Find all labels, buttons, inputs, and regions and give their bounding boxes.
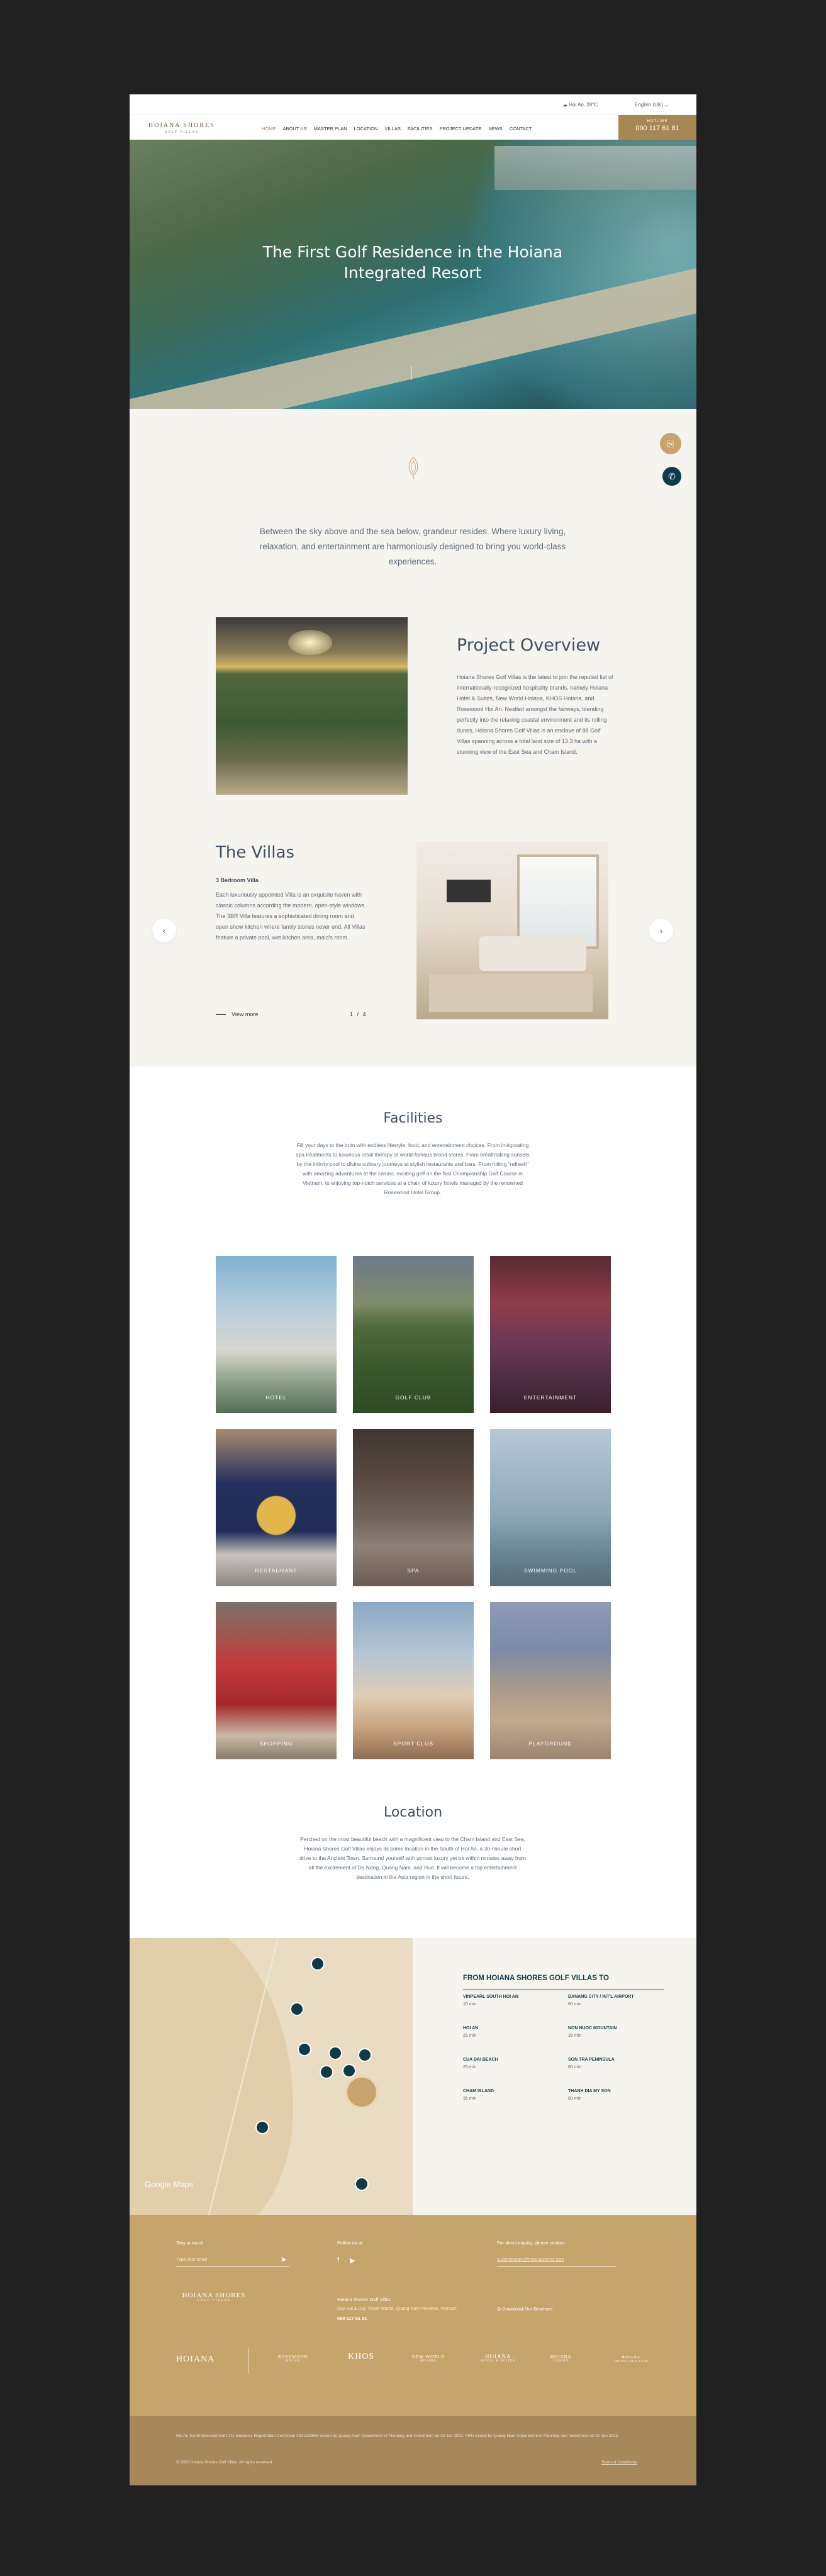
facebook-icon[interactable]: f bbox=[337, 2256, 339, 2264]
villa-interior-image bbox=[416, 842, 608, 1019]
company-phone: 090 117 61 81 bbox=[337, 2316, 367, 2321]
distance-item: DANANG CITY / INT'L AIRPORT 60 min bbox=[568, 1995, 634, 2007]
facility-tile-shopping[interactable]: SHOPPING bbox=[216, 1602, 337, 1759]
terms-link[interactable]: Terms & Conditions bbox=[601, 2459, 637, 2467]
distance-item: THANH DIA MY SON 80 min bbox=[568, 2089, 611, 2101]
villa-type: 3 Bedroom Villa bbox=[216, 877, 259, 883]
language-selector[interactable]: English (UK) ⌄ bbox=[635, 102, 669, 108]
map-pin[interactable] bbox=[298, 2042, 311, 2056]
nav-master-plan[interactable]: MASTER PLAN bbox=[314, 126, 347, 132]
nav-about-us[interactable]: ABOUT US bbox=[283, 126, 307, 132]
brand-hoiana-casino: HOIANA CASINO bbox=[550, 2355, 572, 2363]
view-more-link[interactable]: View more bbox=[216, 1011, 258, 1017]
download-icon: ⎙ bbox=[497, 2306, 501, 2312]
youtube-icon[interactable]: ▶ bbox=[350, 2256, 355, 2265]
brand-hoiana-hotel: HOIANA HOTEL & SUITES bbox=[481, 2353, 515, 2363]
hero-banner: The First Golf Residence in the Hoiana I… bbox=[130, 140, 696, 409]
slider-pager: 1 / 4 bbox=[350, 1011, 367, 1017]
villas-title: The Villas bbox=[216, 843, 294, 862]
top-bar: ☁ Hoi An, 28°C English (UK) ⌄ bbox=[130, 94, 696, 115]
facility-tile-spa[interactable]: SPA bbox=[353, 1429, 474, 1586]
location-map[interactable]: Google Maps bbox=[130, 1938, 413, 2215]
nav-project-update[interactable]: PROJECT UPDATE bbox=[439, 126, 481, 132]
map-pin[interactable] bbox=[255, 2120, 269, 2134]
nav-facilities[interactable]: FACILITIES bbox=[408, 126, 433, 132]
weather-info: ☁ Hoi An, 28°C bbox=[562, 102, 598, 108]
distance-item: HOI AN 25 min bbox=[463, 2026, 479, 2038]
slider-next-icon[interactable]: › bbox=[649, 919, 673, 943]
hotline-button[interactable]: HOTLINE 090 117 61 81 bbox=[618, 115, 696, 140]
map-credit: Google Maps bbox=[145, 2180, 194, 2189]
page: ☁ Hoi An, 28°C English (UK) ⌄ HOIANA SHO… bbox=[130, 94, 696, 2485]
intro-text: Between the sky above and the sea below,… bbox=[259, 527, 566, 566]
overview-text: Hoiana Shores Golf Villas is the latest … bbox=[457, 674, 613, 755]
main-nav: HOIANA SHORES GOLF VILLAS HOME ABOUT US … bbox=[130, 115, 696, 140]
facilities-text: Fill your days to the brim with endless … bbox=[296, 1142, 530, 1196]
map-pin[interactable] bbox=[311, 1957, 325, 1971]
menu: HOME ABOUT US MASTER PLAN LOCATION VILLA… bbox=[262, 126, 532, 132]
distance-list: FROM HOIANA SHORES GOLF VILLAS TO VINPEA… bbox=[463, 1974, 677, 2101]
send-icon[interactable]: ➤ bbox=[281, 2255, 287, 2264]
brand-golf-club: HOIANA SHORES GOLF CLUB bbox=[614, 2356, 649, 2363]
map-pin[interactable] bbox=[320, 2065, 333, 2079]
brochure-link[interactable]: ⎙ Download Our Brochure bbox=[497, 2306, 553, 2312]
facility-tile-entertainment[interactable]: ENTERTAINMENT bbox=[490, 1256, 611, 1413]
map-pin[interactable] bbox=[328, 2046, 342, 2060]
distance-item: CUA DAI BEACH 25 min bbox=[463, 2058, 498, 2069]
stay-in-touch-label: Stay in touch bbox=[176, 2240, 204, 2246]
brochure-fab-icon[interactable]: ⎘ bbox=[660, 433, 681, 454]
facility-tile-sport-club[interactable]: SPORT CLUB bbox=[353, 1602, 474, 1759]
map-pin[interactable] bbox=[355, 2177, 369, 2191]
golf-course-image bbox=[216, 617, 408, 795]
lotus-icon bbox=[408, 457, 418, 479]
company-address: Duy Hai & Duy Thanh Wards, Quang Nam Pro… bbox=[337, 2307, 457, 2311]
villa-description: Each luxuriously appointed Villa is an e… bbox=[216, 892, 366, 941]
nav-news[interactable]: NEWS bbox=[488, 126, 503, 132]
scroll-down-indicator[interactable] bbox=[411, 366, 415, 380]
nav-home[interactable]: HOME bbox=[262, 126, 276, 132]
brand-hoiana: HOIANA bbox=[176, 2355, 215, 2364]
nav-villas[interactable]: VILLAS bbox=[384, 126, 400, 132]
distance-item: NON NUOC MOUNTAIN 38 min bbox=[568, 2026, 617, 2038]
distance-item: CHAM ISLAND 36 min bbox=[463, 2089, 494, 2101]
hero-skyline bbox=[494, 146, 696, 190]
follow-label: Follow us at bbox=[337, 2240, 363, 2246]
nav-location[interactable]: LOCATION bbox=[354, 126, 378, 132]
nav-contact[interactable]: CONTACT bbox=[510, 126, 532, 132]
location-text: Perched on the most beautiful beach with… bbox=[299, 1836, 526, 1880]
facility-tile-swimming-pool[interactable]: SWIMMING POOL bbox=[490, 1429, 611, 1586]
location-title: Location bbox=[383, 1805, 443, 1820]
facility-tile-hotel[interactable]: HOTEL bbox=[216, 1256, 337, 1413]
facilities-title: Facilities bbox=[383, 1111, 443, 1126]
copyright: © 2022 Hoiana Shores Golf Villas. All ri… bbox=[176, 2460, 273, 2465]
map-pin[interactable] bbox=[342, 2064, 356, 2078]
hero-title: The First Golf Residence in the Hoiana I… bbox=[262, 243, 563, 282]
facility-tile-golf-club[interactable]: GOLF CLUB bbox=[353, 1256, 474, 1413]
chevron-down-icon: ⌄ bbox=[664, 102, 669, 108]
facility-tile-restaurant[interactable]: RESTAURANT bbox=[216, 1429, 337, 1586]
distance-item: SON TRA PENINSULA 80 min bbox=[568, 2058, 615, 2069]
map-pin[interactable] bbox=[290, 2002, 304, 2016]
brand-rosewood: ROSEWOOD HOI AN bbox=[278, 2355, 308, 2363]
footer: Stay in touch Type your email ➤ Follow u… bbox=[130, 2215, 696, 2416]
phone-fab-icon[interactable]: ✆ bbox=[662, 467, 681, 486]
map-pin[interactable] bbox=[358, 2048, 372, 2062]
slider-prev-icon[interactable]: ‹ bbox=[152, 919, 176, 943]
distance-title: FROM HOIANA SHORES GOLF VILLAS TO bbox=[463, 1974, 664, 1990]
sales-label: For direct inquiry, please contact bbox=[497, 2240, 565, 2246]
footer-bottom: Hoi An South Development LTD. Business R… bbox=[130, 2416, 696, 2485]
brand-khos: KHOS bbox=[348, 2352, 375, 2361]
email-input[interactable]: Type your email bbox=[176, 2258, 207, 2262]
legal-text: Hoi An South Development LTD. Business R… bbox=[176, 2434, 619, 2438]
company-name: Hoiana Shores Golf Villas bbox=[337, 2297, 391, 2302]
distance-item: VINPEARL SOUTH HOI AN 10 min bbox=[463, 1995, 518, 2007]
project-location-pin[interactable] bbox=[345, 2075, 379, 2109]
logo[interactable]: HOIANA SHORES GOLF VILLAS bbox=[148, 122, 215, 136]
footer-logo: HOIANA SHORES GOLF VILLAS bbox=[182, 2292, 246, 2302]
overview-title: Project Overview bbox=[457, 636, 601, 655]
brand-new-world: NEW WORLD HOIANA bbox=[412, 2355, 445, 2363]
sales-email[interactable]: customercare@hoianashores.com bbox=[497, 2258, 564, 2262]
facility-tile-playground[interactable]: PLAYGROUND bbox=[490, 1602, 611, 1759]
